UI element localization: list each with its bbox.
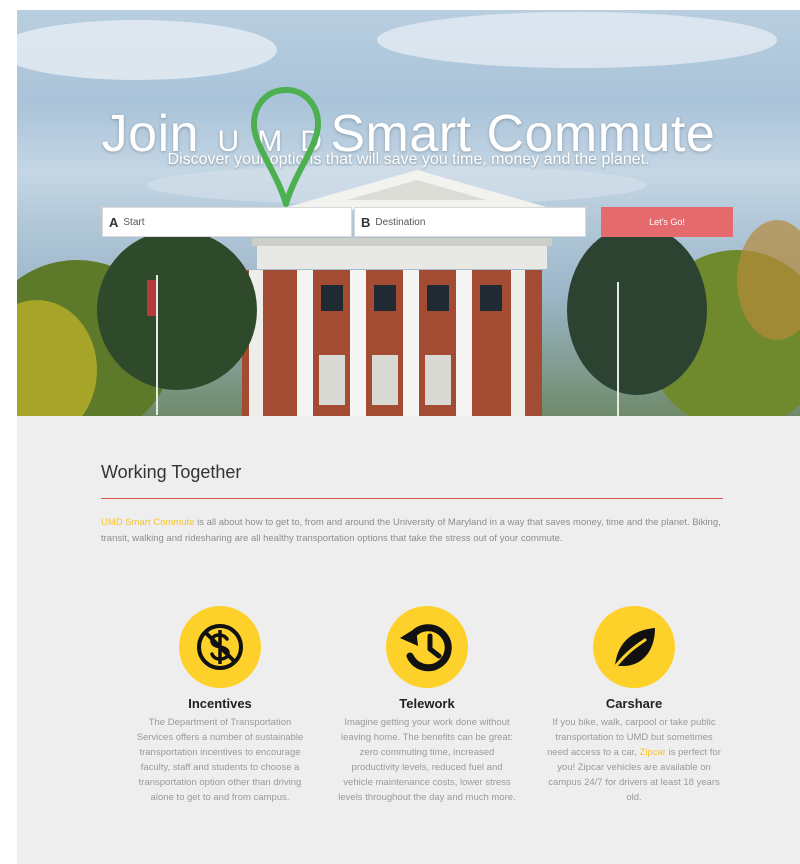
start-input[interactable] xyxy=(123,216,314,228)
intro-paragraph: UMD Smart Commute is all about how to ge… xyxy=(101,515,731,547)
feature-telework: Telework Imagine getting your work done … xyxy=(337,606,517,805)
section-divider xyxy=(101,498,723,499)
destination-marker-label: B xyxy=(361,214,371,230)
feature-title: Telework xyxy=(399,696,455,711)
incentives-icon-circle[interactable] xyxy=(179,606,261,688)
feature-incentives: Incentives The Department of Transportat… xyxy=(130,606,310,805)
destination-input[interactable] xyxy=(375,216,566,228)
feature-description: The Department of Transportation Service… xyxy=(136,717,304,803)
feature-description: Imagine getting your work done without l… xyxy=(338,717,516,803)
feature-description: If you bike, walk, carpool or take publi… xyxy=(544,715,724,805)
hero-subtitle: Discover your options that will save you… xyxy=(167,151,650,168)
smart-commute-link[interactable]: UMD Smart Commute xyxy=(101,517,194,528)
lets-go-button[interactable]: Let's Go! xyxy=(601,207,733,237)
leaf-icon xyxy=(611,628,655,672)
zipcar-link[interactable]: Zipcar xyxy=(640,747,666,758)
map-pin-icon xyxy=(251,87,321,207)
telework-icon-circle[interactable] xyxy=(386,606,468,688)
no-dollar-icon xyxy=(197,624,243,670)
hero-banner: Join UMD Smart Commute Discover your opt… xyxy=(17,10,800,416)
start-field[interactable]: A xyxy=(102,207,352,237)
history-clock-icon xyxy=(400,624,452,672)
working-together-section: Working Together UMD Smart Commute is al… xyxy=(17,416,800,864)
section-title: Working Together xyxy=(101,462,242,482)
feature-carshare: Carshare If you bike, walk, carpool or t… xyxy=(544,606,724,805)
intro-text: is all about how to get to, from and aro… xyxy=(101,517,721,544)
carshare-icon-circle[interactable] xyxy=(593,606,675,688)
destination-field[interactable]: B xyxy=(354,207,586,237)
feature-title: Incentives xyxy=(188,696,252,711)
feature-title: Carshare xyxy=(605,696,663,711)
start-marker-label: A xyxy=(109,214,119,230)
